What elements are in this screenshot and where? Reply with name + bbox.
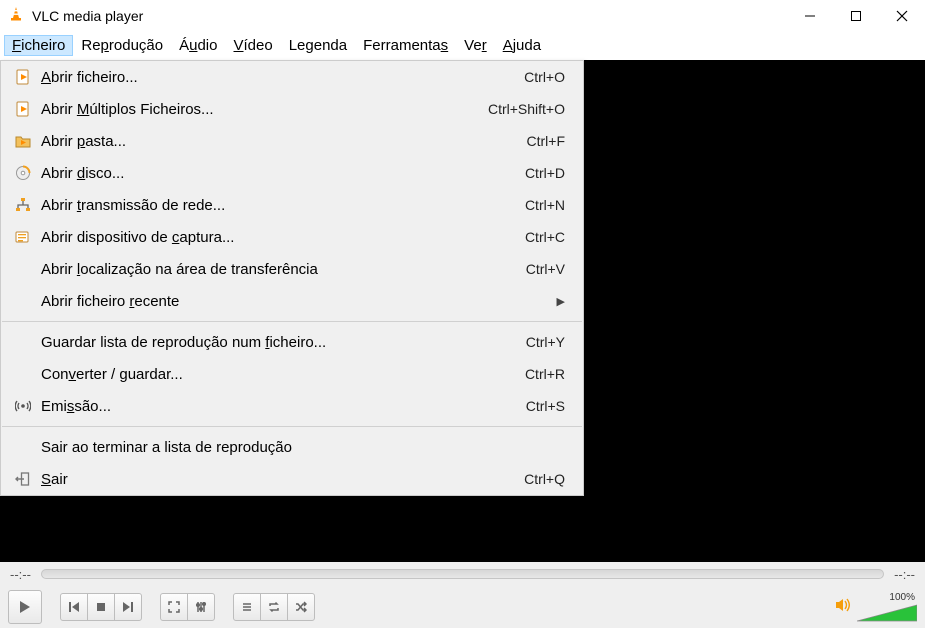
folder-play-icon (11, 133, 35, 149)
titlebar: VLC media player (0, 0, 925, 32)
menuitem-label: Emissão... (35, 398, 526, 415)
controls: 100% (0, 586, 925, 628)
stream-icon (11, 398, 35, 414)
submenu-arrow-icon: ▶ (557, 295, 565, 308)
maximize-button[interactable] (833, 0, 879, 32)
menuitem-abrirlocalizaonareadetransfern[interactable]: Abrir localização na área de transferênc… (1, 253, 583, 285)
menuitem-abrirtransmissoderede[interactable]: Abrir transmissão de rede...Ctrl+N (1, 189, 583, 221)
menuitem-abrirmltiplosficheiros[interactable]: Abrir Múltiplos Ficheiros...Ctrl+Shift+O (1, 93, 583, 125)
exit-icon (11, 471, 35, 487)
bottom-panel: --:-- --:-- 100% (0, 562, 925, 628)
menuitem-abrirficheiro[interactable]: Abrir ficheiro...Ctrl+O (1, 61, 583, 93)
minimize-button[interactable] (787, 0, 833, 32)
menuitem-accel: Ctrl+C (525, 229, 565, 245)
menuitem-accel: Ctrl+Q (524, 471, 565, 487)
menu-ver[interactable]: Ver (456, 35, 495, 56)
menu-reproduo[interactable]: Reprodução (73, 35, 171, 56)
vlc-cone-icon (8, 6, 24, 27)
volume-slider[interactable] (857, 603, 917, 623)
file-play-icon (11, 101, 35, 117)
menuitem-abrirficheirorecente[interactable]: Abrir ficheiro recente ▶ (1, 285, 583, 317)
menuitem-accel: Ctrl+Shift+O (488, 101, 565, 117)
menuitem-abrirdispositivodecaptura[interactable]: Abrir dispositivo de captura...Ctrl+C (1, 221, 583, 253)
menu-ferramentas[interactable]: Ferramentas (355, 35, 456, 56)
menuitem-accel: Ctrl+D (525, 165, 565, 181)
menuitem-label: Abrir transmissão de rede... (35, 197, 525, 214)
menuitem-label: Sair (35, 471, 524, 488)
loop-button[interactable] (260, 593, 288, 621)
menuitem-accel: Ctrl+S (526, 398, 565, 414)
menuitem-label: Guardar lista de reprodução num ficheiro… (35, 334, 526, 351)
menuitem-label: Abrir dispositivo de captura... (35, 229, 525, 246)
menuitem-accel: Ctrl+F (527, 133, 566, 149)
window-title: VLC media player (32, 8, 787, 24)
menuitem-accel: Ctrl+O (524, 69, 565, 85)
stop-button[interactable] (87, 593, 115, 621)
capture-icon (11, 229, 35, 245)
speaker-icon[interactable] (835, 597, 853, 618)
menu-separator (2, 321, 582, 322)
ficheiro-menu: Abrir ficheiro...Ctrl+OAbrir Múltiplos F… (0, 60, 584, 496)
menu-separator (2, 426, 582, 427)
time-elapsed: --:-- (10, 567, 31, 582)
menuitem-emisso[interactable]: Emissão...Ctrl+S (1, 390, 583, 422)
prev-button[interactable] (60, 593, 88, 621)
file-play-icon (11, 69, 35, 85)
menu-vdeo[interactable]: Vídeo (226, 35, 281, 56)
menu-legenda[interactable]: Legenda (281, 35, 355, 56)
menubar: FicheiroReproduçãoÁudioVídeoLegendaFerra… (0, 32, 925, 60)
network-icon (11, 197, 35, 213)
menuitem-label: Abrir localização na área de transferênc… (35, 261, 526, 278)
menuitem-abrirpasta[interactable]: Abrir pasta...Ctrl+F (1, 125, 583, 157)
volume-control: 100% (835, 592, 917, 623)
menuitem-label: Abrir ficheiro... (35, 69, 524, 86)
play-button[interactable] (8, 590, 42, 624)
fullscreen-button[interactable] (160, 593, 188, 621)
timebar: --:-- --:-- (0, 562, 925, 586)
extended-settings-button[interactable] (187, 593, 215, 621)
menuitem-label: Abrir ficheiro recente (35, 293, 547, 310)
menuitem-sair[interactable]: SairCtrl+Q (1, 463, 583, 495)
menuitem-label: Sair ao terminar a lista de reprodução (35, 439, 565, 456)
menuitem-guardarlistadereproduonumfiche[interactable]: Guardar lista de reprodução num ficheiro… (1, 326, 583, 358)
menuitem-sairaoterminaralistadereproduo[interactable]: Sair ao terminar a lista de reprodução (1, 431, 583, 463)
playlist-button[interactable] (233, 593, 261, 621)
menuitem-accel: Ctrl+Y (526, 334, 565, 350)
seek-slider[interactable] (41, 569, 884, 579)
menuitem-accel: Ctrl+R (525, 366, 565, 382)
shuffle-button[interactable] (287, 593, 315, 621)
volume-text: 100% (889, 592, 915, 603)
menuitem-label: Abrir pasta... (35, 133, 527, 150)
menuitem-converterguardar[interactable]: Converter / guardar...Ctrl+R (1, 358, 583, 390)
disc-icon (11, 165, 35, 181)
menuitem-accel: Ctrl+V (526, 261, 565, 277)
menu-udio[interactable]: Áudio (171, 35, 225, 56)
next-button[interactable] (114, 593, 142, 621)
menu-ajuda[interactable]: Ajuda (495, 35, 549, 56)
menuitem-label: Abrir disco... (35, 165, 525, 182)
menuitem-label: Converter / guardar... (35, 366, 525, 383)
close-button[interactable] (879, 0, 925, 32)
menuitem-abrirdisco[interactable]: Abrir disco...Ctrl+D (1, 157, 583, 189)
menuitem-label: Abrir Múltiplos Ficheiros... (35, 101, 488, 118)
menuitem-accel: Ctrl+N (525, 197, 565, 213)
time-remaining: --:-- (894, 567, 915, 582)
menu-ficheiro[interactable]: Ficheiro (4, 35, 73, 56)
